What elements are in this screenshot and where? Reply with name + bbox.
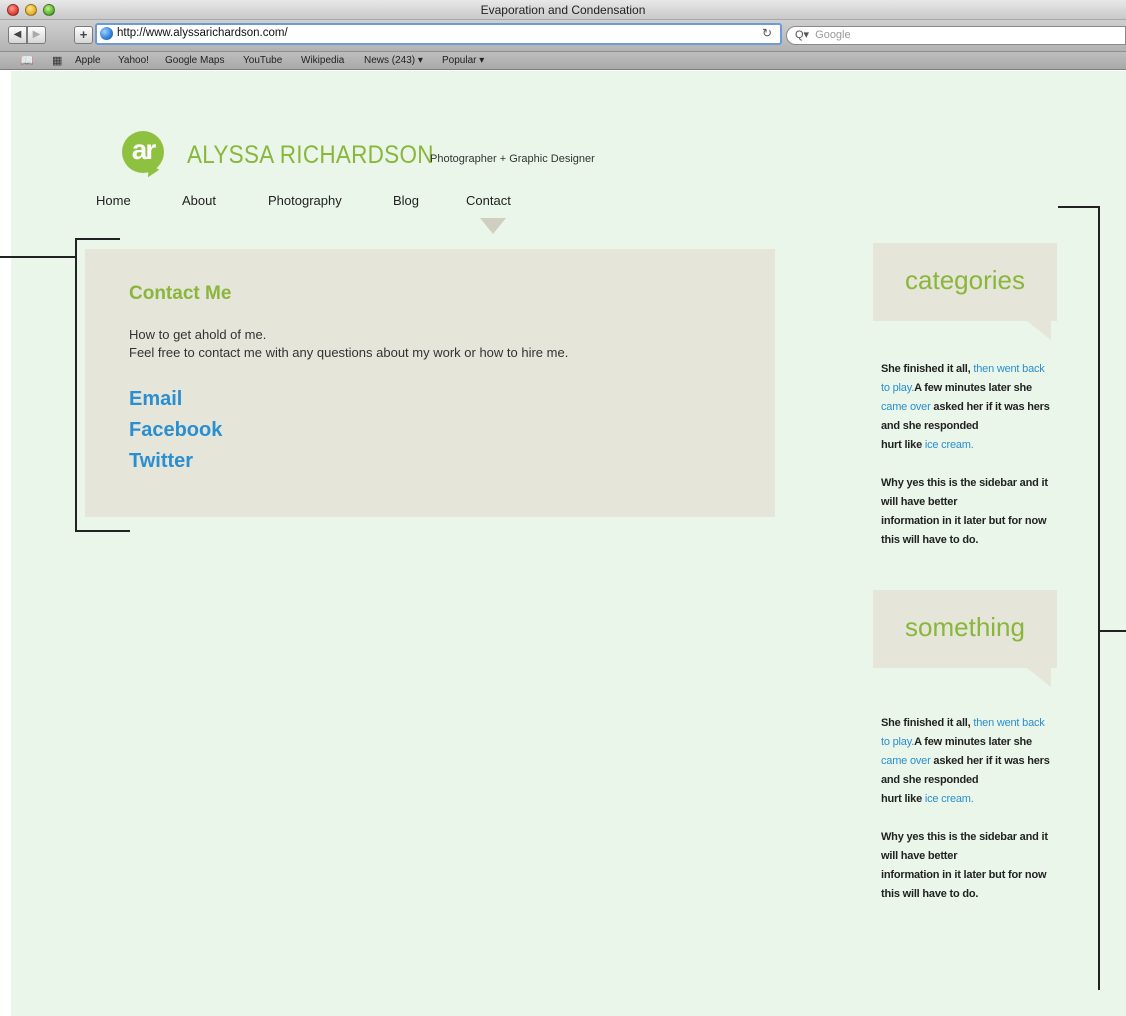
search-placeholder: Google: [815, 29, 851, 41]
email-link[interactable]: Email: [129, 388, 182, 411]
browser-toolbar: ◀ ▶ + http://www.alyssarichardson.com/ ↻…: [0, 20, 1126, 52]
site-name[interactable]: ALYSSA RICHARDSON: [187, 141, 434, 170]
right-bracket-vertical: [1098, 206, 1100, 990]
window-titlebar: Evaporation and Condensation: [0, 0, 1126, 20]
left-bracket-pointer: [0, 256, 76, 258]
left-bracket-top: [75, 238, 120, 240]
bookmark-news[interactable]: News (243) ▾: [364, 55, 423, 66]
bookmark-popular[interactable]: Popular ▾: [442, 55, 484, 66]
search-icon: Q▾: [795, 29, 810, 41]
sidebar-link[interactable]: ice cream.: [925, 439, 974, 451]
address-url: http://www.alyssarichardson.com/: [117, 27, 288, 39]
nav-blog[interactable]: Blog: [393, 193, 419, 208]
address-bar[interactable]: http://www.alyssarichardson.com/ ↻: [95, 23, 782, 45]
bookmark-wikipedia[interactable]: Wikipedia: [301, 55, 344, 66]
site-logo[interactable]: ar: [122, 131, 164, 173]
bookmark-yahoo[interactable]: Yahoo!: [118, 55, 149, 66]
back-button[interactable]: ◀: [8, 26, 27, 44]
contact-title: Contact Me: [129, 283, 232, 304]
sidebar-heading-tail: [1027, 321, 1051, 340]
right-bracket-pointer: [1098, 630, 1126, 632]
globe-icon: [100, 27, 113, 40]
sidebar-heading-box-something: something: [873, 590, 1057, 668]
sidebar-text-categories: She finished it all, then went back to p…: [881, 363, 1050, 546]
reload-icon[interactable]: ↻: [762, 25, 772, 42]
sidebar-heading-box-categories: categories: [873, 243, 1057, 321]
bookmark-youtube[interactable]: YouTube: [243, 55, 282, 66]
sidebar-heading-categories: categories: [905, 265, 1025, 295]
contact-description: Feel free to contact me with any questio…: [129, 345, 569, 360]
sidebar-heading-something: something: [905, 612, 1025, 642]
sidebar-text-something: She finished it all, then went back to p…: [881, 717, 1050, 900]
nav-contact[interactable]: Contact: [466, 193, 511, 208]
contact-box: Contact Me How to get ahold of me. Feel …: [85, 249, 775, 517]
forward-button[interactable]: ▶: [27, 26, 46, 44]
left-bracket-bottom: [75, 530, 130, 532]
bookmark-apple[interactable]: Apple: [75, 55, 101, 66]
contact-intro: How to get ahold of me.: [129, 327, 267, 342]
nav-home[interactable]: Home: [96, 193, 131, 208]
twitter-link[interactable]: Twitter: [129, 450, 193, 473]
facebook-link[interactable]: Facebook: [129, 419, 222, 442]
sidebar-link[interactable]: to play.: [881, 382, 914, 394]
window-title: Evaporation and Condensation: [480, 3, 646, 17]
active-nav-indicator: [480, 218, 506, 234]
site-tagline: Photographer + Graphic Designer: [430, 153, 595, 165]
add-bookmark-button[interactable]: +: [74, 26, 93, 44]
bookmarks-bar: 📖 ▦ Apple Yahoo! Google Maps YouTube Wik…: [0, 52, 1126, 70]
sidebar-heading-tail: [1027, 668, 1051, 687]
grid-icon[interactable]: ▦: [52, 54, 62, 67]
nav-photography[interactable]: Photography: [268, 193, 342, 208]
left-bracket-vertical: [75, 238, 77, 532]
sidebar-link[interactable]: came over: [881, 401, 931, 413]
nav-about[interactable]: About: [182, 193, 216, 208]
sidebar-link[interactable]: came over: [881, 755, 931, 767]
sidebar-link[interactable]: then went back: [973, 717, 1044, 729]
sidebar-link[interactable]: to play.: [881, 736, 914, 748]
right-bracket-top: [1058, 206, 1100, 208]
search-input[interactable]: Q▾ Google: [786, 26, 1126, 45]
bookmark-google-maps[interactable]: Google Maps: [165, 55, 224, 66]
book-icon[interactable]: 📖: [20, 54, 34, 67]
sidebar-link[interactable]: then went back: [973, 363, 1044, 375]
sidebar-link[interactable]: ice cream.: [925, 793, 974, 805]
